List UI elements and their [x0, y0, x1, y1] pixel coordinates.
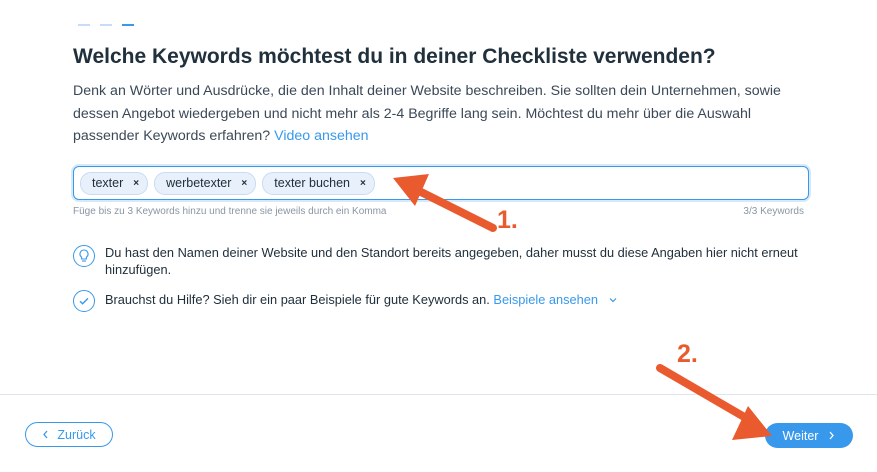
info-text-location: Du hast den Namen deiner Website und den…	[105, 245, 798, 277]
remove-icon[interactable]: ×	[360, 178, 366, 189]
annotation-arrow-1	[393, 174, 497, 232]
keyword-count: 3/3 Keywords	[743, 206, 804, 217]
description: Denk an Wörter und Ausdrücke, die den In…	[73, 83, 781, 144]
info-row-help: Brauchst du Hilfe? Sieh dir ein paar Bei…	[73, 290, 805, 312]
progress-indicator	[78, 24, 134, 26]
chevron-down-icon	[609, 298, 616, 303]
keyword-tag[interactable]: werbetexter ×	[154, 171, 257, 195]
keyword-tag[interactable]: texter buchen ×	[262, 171, 375, 195]
remove-icon[interactable]: ×	[241, 178, 247, 189]
back-button[interactable]: Zurück	[25, 422, 113, 447]
keyword-tag[interactable]: texter ×	[80, 171, 149, 195]
lightbulb-icon	[73, 245, 95, 267]
check-circle-icon	[73, 290, 95, 312]
info-text-help: Brauchst du Hilfe? Sieh dir ein paar Bei…	[105, 292, 805, 309]
annotation-label-1: 1.	[497, 206, 518, 234]
examples-link[interactable]: Beispiele ansehen	[493, 292, 617, 307]
keyword-hint: Füge bis zu 3 Keywords hinzu und trenne …	[73, 206, 387, 217]
info-row-location: Du hast den Namen deiner Website und den…	[73, 245, 805, 278]
chevron-right-icon	[829, 431, 835, 440]
chevron-left-icon	[43, 430, 48, 439]
remove-icon[interactable]: ×	[133, 178, 139, 189]
page-title: Welche Keywords möchtest du in deiner Ch…	[73, 45, 716, 68]
annotation-arrow-2	[656, 364, 772, 440]
video-link[interactable]: Video ansehen	[274, 128, 368, 144]
